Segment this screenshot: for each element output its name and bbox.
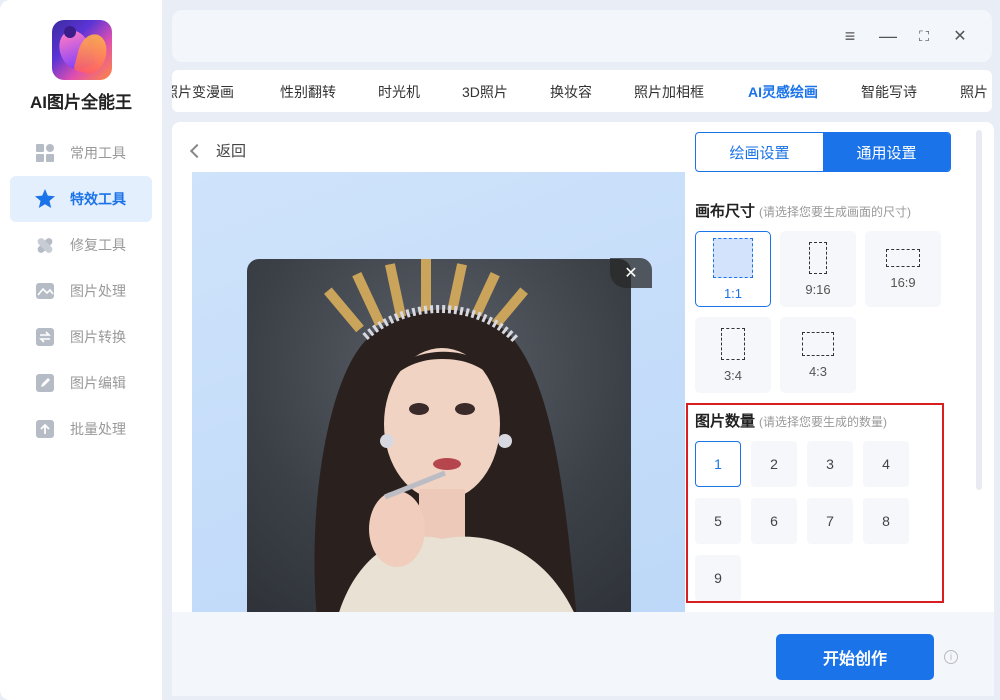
sidebar-item-image-processing[interactable]: 图片处理 (10, 268, 152, 314)
back-label: 返回 (216, 143, 247, 160)
menu-icon[interactable]: ≡ (838, 24, 862, 48)
sidebar-item-label: 图片处理 (70, 283, 126, 299)
tab-photo-to-comic[interactable]: 照片变漫画 (172, 82, 234, 102)
sidebar-item-batch[interactable]: 批量处理 (10, 406, 152, 452)
ratio-label: 1:1 (723, 285, 743, 301)
start-create-button[interactable]: 开始创作 (776, 634, 934, 680)
canvas-size-title: 画布尺寸 (请选择您要生成画面的尺寸) (695, 200, 911, 221)
sidebar-item-common-tools[interactable]: 常用工具 (10, 130, 152, 176)
sidebar-item-effect-tools[interactable]: 特效工具 (10, 176, 152, 222)
title-bar: ≡ — ⛶ ✕ (172, 10, 992, 62)
ratio-shape (809, 241, 827, 274)
ratio-shape (886, 248, 920, 267)
ratio-label: 16:9 (890, 274, 916, 290)
ratio-label: 4:3 (808, 363, 828, 379)
ratio-label: 3:4 (723, 367, 743, 383)
convert-icon (34, 326, 56, 348)
preview-area: ✕ (192, 172, 685, 612)
tab-time-machine[interactable]: 时光机 (378, 82, 420, 102)
bandage-icon (34, 234, 56, 256)
feature-tabs: 照片变漫画 性别翻转 时光机 3D照片 换妆容 照片加相框 AI灵感绘画 智能写… (172, 70, 992, 112)
upload-icon (34, 418, 56, 440)
settings-tabs: 绘画设置 通用设置 (695, 132, 951, 172)
tab-smart-poem[interactable]: 智能写诗 (861, 82, 917, 102)
sidebar-item-label: 图片转换 (70, 329, 126, 345)
app-logo (52, 20, 112, 80)
ratio-option-1-1[interactable]: 1:1 (695, 231, 771, 307)
edit-icon (34, 372, 56, 394)
preview-close-button[interactable]: ✕ (610, 258, 652, 288)
tab-makeup[interactable]: 换妆容 (550, 82, 592, 102)
star-icon (34, 188, 56, 210)
ratio-shape (721, 327, 745, 360)
scrollbar[interactable] (976, 130, 982, 490)
sidebar-item-label: 修复工具 (70, 237, 126, 253)
highlight-box (686, 403, 944, 603)
ratio-option-3-4[interactable]: 3:4 (695, 317, 771, 393)
tab-photo-more[interactable]: 照片 (960, 82, 988, 102)
ratio-option-9-16[interactable]: 9:16 (780, 231, 856, 307)
ratio-shape (802, 331, 834, 356)
sidebar-item-label: 批量处理 (70, 421, 126, 437)
ratio-shape (713, 237, 753, 278)
minimize-icon[interactable]: — (876, 24, 900, 48)
sidebar-nav: 常用工具 特效工具 修复工具 图片处理 图片转换 图片编辑 批量处理 (10, 130, 152, 452)
grid-icon (34, 142, 56, 164)
maximize-icon[interactable]: ⛶ (912, 24, 936, 48)
sidebar-item-label: 图片编辑 (70, 375, 126, 391)
app-title: AI图片全能王 (30, 93, 132, 112)
tab-ai-painting[interactable]: AI灵感绘画 (748, 82, 818, 102)
ratio-label: 9:16 (805, 281, 831, 297)
sidebar-item-repair-tools[interactable]: 修复工具 (10, 222, 152, 268)
chevron-left-icon (189, 143, 205, 158)
tab-general-settings[interactable]: 通用设置 (823, 133, 950, 171)
sidebar-item-image-edit[interactable]: 图片编辑 (10, 360, 152, 406)
sidebar-item-image-convert[interactable]: 图片转换 (10, 314, 152, 360)
tab-photo-frame[interactable]: 照片加相框 (634, 82, 704, 102)
tab-gender-swap[interactable]: 性别翻转 (280, 82, 336, 102)
tab-3d-photo[interactable]: 3D照片 (462, 82, 508, 102)
sidebar-item-label: 常用工具 (70, 145, 126, 161)
sidebar: AI图片全能王 常用工具 特效工具 修复工具 图片处理 图片转换 图片编辑 批量… (0, 0, 162, 700)
info-icon[interactable]: i (944, 650, 958, 664)
ratio-option-4-3[interactable]: 4:3 (780, 317, 856, 393)
sidebar-item-label: 特效工具 (70, 191, 126, 207)
back-button[interactable]: 返回 (189, 140, 247, 161)
close-icon[interactable]: ✕ (948, 24, 972, 48)
preview-image (247, 259, 631, 612)
canvas-size-label: 画布尺寸 (695, 203, 756, 220)
canvas-size-hint: (请选择您要生成画面的尺寸) (759, 205, 912, 219)
ratio-option-16-9[interactable]: 16:9 (865, 231, 941, 307)
image-icon (34, 280, 56, 302)
tab-draw-settings[interactable]: 绘画设置 (696, 133, 823, 171)
